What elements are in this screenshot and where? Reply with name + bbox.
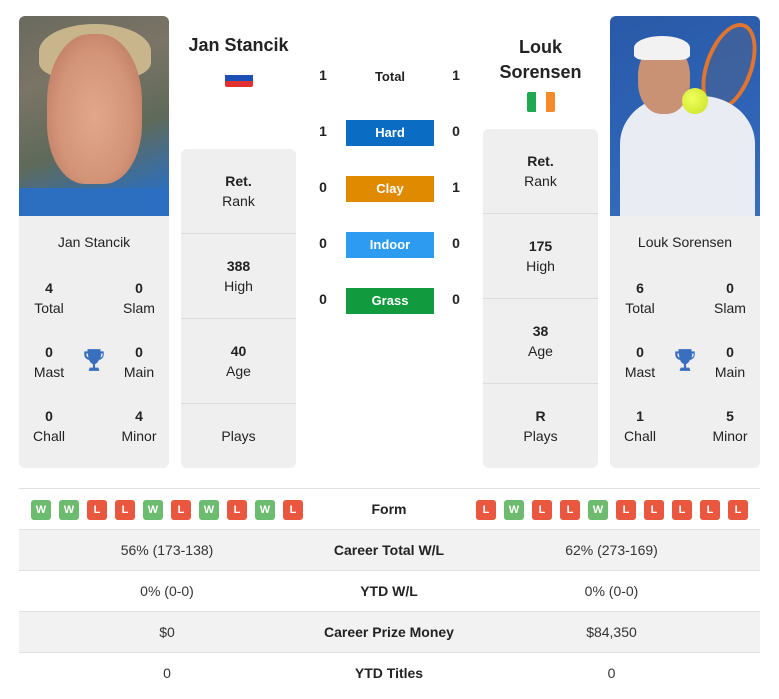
h2h-p2-total: 1 xyxy=(452,67,460,83)
form-badge: L xyxy=(227,500,247,520)
player2-photo xyxy=(610,16,760,216)
form-badge: W xyxy=(255,500,275,520)
form-badge: L xyxy=(283,500,303,520)
player2-masters-titles: 0 Mast xyxy=(624,344,656,380)
form-badge: L xyxy=(532,500,552,520)
career-wl-label: Career Total W/L xyxy=(333,542,445,558)
player1-masters-titles: 0 Mast xyxy=(33,344,65,380)
h2h-p1-hard: 1 xyxy=(319,123,327,139)
form-row: W W L L W L W L W L Form L W L L W L L L… xyxy=(19,489,760,530)
player2-rank: Ret. Rank xyxy=(483,129,598,214)
h2h-total-label: Total xyxy=(374,69,406,84)
player1-challenger-titles: 0 Chall xyxy=(33,408,65,444)
player2-name-last: Sorensen xyxy=(499,62,582,82)
prize-money-row: $0 Career Prize Money $84,350 xyxy=(19,612,760,653)
player1-ytd-titles: 0 xyxy=(163,665,171,681)
h2h-p2-hard: 0 xyxy=(452,123,460,139)
player2-career-wl: 62% (273-169) xyxy=(565,542,658,558)
trophy-icon xyxy=(675,349,695,371)
trophy-icon xyxy=(84,349,104,371)
player2-total-titles: 6 Total xyxy=(625,280,655,316)
form-badge: L xyxy=(728,500,748,520)
player2-plays: R Plays xyxy=(523,408,558,444)
player2-name[interactable]: Louk Sorensen xyxy=(483,35,598,85)
player2-challenger-titles: 1 Chall xyxy=(624,408,656,444)
ytd-titles-row: 0 YTD Titles 0 xyxy=(19,653,760,694)
player2-form: L W L L W L L L L L xyxy=(476,500,748,520)
form-badge: W xyxy=(143,500,163,520)
player1-prize-money: $0 xyxy=(159,624,175,640)
h2h-p1-indoor: 0 xyxy=(319,235,327,251)
player2-rank-column: Ret. Rank 175 High 38 Age R Plays xyxy=(483,129,598,468)
player1-slam-titles: 0 Slam xyxy=(123,280,155,316)
player1-rank-column: Ret. Rank 388 High 40 Age Plays xyxy=(181,149,296,468)
player2-ytd-titles: 0 xyxy=(607,665,616,681)
ytd-titles-label: YTD Titles xyxy=(354,665,424,681)
form-label: Form xyxy=(371,501,407,517)
player1-ytd-wl: 0% (0-0) xyxy=(140,583,194,599)
player2-minor-titles: 5 Minor xyxy=(712,408,748,444)
player1-main-titles: 0 Main xyxy=(123,344,155,380)
surface-hard-label[interactable]: Hard xyxy=(346,120,434,146)
player2-main-titles: 0 Main xyxy=(714,344,746,380)
form-badge: L xyxy=(476,500,496,520)
form-badge: L xyxy=(672,500,692,520)
player2-name-first: Louk xyxy=(519,37,562,57)
player2-ytd-wl: 0% (0-0) xyxy=(584,583,639,599)
player2-prize-money: $84,350 xyxy=(586,624,637,640)
surface-indoor-label[interactable]: Indoor xyxy=(346,232,434,258)
player1-high: 388 High xyxy=(181,234,296,319)
h2h-p2-grass: 0 xyxy=(452,291,460,307)
slovakia-flag-icon xyxy=(225,69,253,87)
form-badge: L xyxy=(87,500,107,520)
player1-minor-titles: 4 Minor xyxy=(121,408,157,444)
ireland-flag-icon xyxy=(527,92,555,112)
player1-card-name: Jan Stancik xyxy=(57,234,131,250)
player1-rank: Ret. Rank xyxy=(181,149,296,234)
player1-career-wl: 56% (173-138) xyxy=(120,542,214,558)
player1-plays: Plays xyxy=(221,428,256,444)
form-badge: L xyxy=(644,500,664,520)
h2h-p1-total: 1 xyxy=(319,67,327,83)
form-badge: L xyxy=(115,500,135,520)
form-badge: W xyxy=(504,500,524,520)
player1-age: 40 Age xyxy=(181,319,296,404)
career-wl-row: 56% (173-138) Career Total W/L 62% (273-… xyxy=(19,530,760,571)
player1-name[interactable]: Jan Stancik xyxy=(181,35,296,56)
form-badge: L xyxy=(616,500,636,520)
h2h-p1-grass: 0 xyxy=(319,291,327,307)
player1-form: W W L L W L W L W L xyxy=(31,500,303,520)
h2h-p2-clay: 1 xyxy=(452,179,460,195)
player2-card-name: Louk Sorensen xyxy=(637,234,733,250)
surface-grass-label[interactable]: Grass xyxy=(346,288,434,314)
ytd-wl-row: 0% (0-0) YTD W/L 0% (0-0) xyxy=(19,571,760,612)
player2-age: 38 Age xyxy=(483,299,598,384)
player2-titles-card: Louk Sorensen 6 Total 0 Slam 0 Mast 0 Main 1… xyxy=(610,216,760,468)
surface-clay-label[interactable]: Clay xyxy=(346,176,434,202)
form-badge: W xyxy=(31,500,51,520)
form-badge: L xyxy=(171,500,191,520)
player1-total-titles: 4 Total xyxy=(34,280,64,316)
form-badge: L xyxy=(700,500,720,520)
player1-titles-card: Jan Stancik 4 Total 0 Slam 0 Mast 0 Main 0 Ch… xyxy=(19,216,169,468)
form-badge: W xyxy=(199,500,219,520)
player2-high: 175 High xyxy=(483,214,598,299)
h2h-p1-clay: 0 xyxy=(319,179,327,195)
h2h-p2-indoor: 0 xyxy=(452,235,460,251)
player2-slam-titles: 0 Slam xyxy=(714,280,746,316)
form-badge: W xyxy=(588,500,608,520)
ytd-wl-label: YTD W/L xyxy=(360,583,418,599)
player1-photo xyxy=(19,16,169,216)
prize-money-label: Career Prize Money xyxy=(324,624,454,640)
form-badge: L xyxy=(560,500,580,520)
form-badge: W xyxy=(59,500,79,520)
comparison-table: W W L L W L W L W L Form L W L L W L L L… xyxy=(19,488,760,694)
